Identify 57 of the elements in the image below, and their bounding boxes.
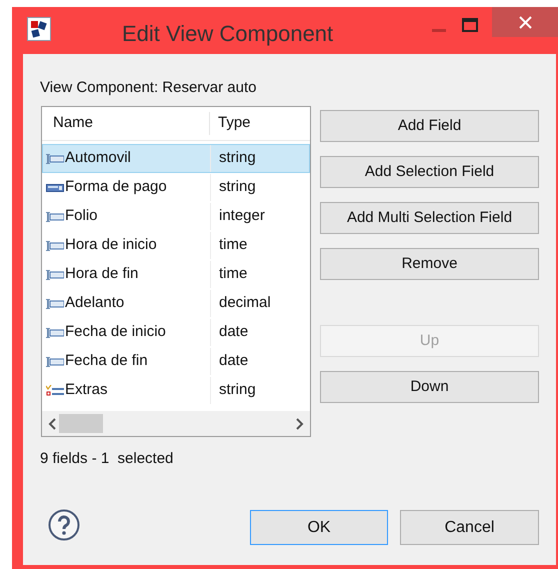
field-icon <box>46 152 64 164</box>
action-button[interactable]: Add Selection Field <box>320 156 539 188</box>
close-button[interactable] <box>492 7 558 37</box>
table-row[interactable]: Adelanto decimal <box>42 289 310 318</box>
dialog-button[interactable]: Cancel <box>400 510 539 545</box>
action-button[interactable]: Add Multi Selection Field <box>320 202 539 234</box>
maximize-button[interactable] <box>462 18 478 32</box>
field-icon <box>46 240 64 252</box>
scrollbar-thumb[interactable] <box>59 414 103 433</box>
close-icon <box>518 16 532 28</box>
action-button[interactable]: Remove <box>320 248 539 280</box>
field-name: Fecha de fin <box>65 351 148 372</box>
field-icon <box>46 326 64 338</box>
scroll-right-icon[interactable] <box>296 418 304 430</box>
component-label: View Component: Reservar auto <box>40 78 257 98</box>
field-type: integer <box>218 206 265 226</box>
scroll-left-icon[interactable] <box>48 418 56 430</box>
field-name: Hora de fin <box>65 264 138 284</box>
field-type: string <box>218 380 256 400</box>
field-icon <box>46 268 64 280</box>
field-icon <box>46 210 64 222</box>
field-type: decimal <box>218 293 271 314</box>
field-icon <box>46 298 64 310</box>
table-row[interactable]: Folio integer <box>42 202 310 231</box>
dialog-button[interactable]: OK <box>250 510 388 545</box>
table-row[interactable]: Hora de fin time <box>42 260 310 289</box>
horizontal-scrollbar[interactable] <box>42 411 310 436</box>
table-row[interactable]: Fecha de inicio date <box>42 318 310 347</box>
field-type: date <box>218 322 248 342</box>
field-type: string <box>218 177 256 198</box>
field-name: Forma de pago <box>65 177 167 198</box>
help-icon[interactable] <box>48 509 80 541</box>
table-row[interactable]: Fecha de fin date <box>42 347 310 376</box>
field-name: Adelanto <box>65 293 124 314</box>
status-text: 9 fields - 1 selected <box>40 449 174 469</box>
table-row[interactable]: Extras string <box>42 376 310 405</box>
field-icon <box>46 356 64 368</box>
action-button[interactable]: Down <box>320 371 539 403</box>
field-name: Hora de inicio <box>65 235 157 256</box>
field-name: Extras <box>65 380 108 400</box>
selection-field-icon <box>46 182 64 194</box>
app-icon <box>27 17 51 41</box>
column-header[interactable]: Name <box>42 112 210 135</box>
table-row[interactable]: Hora de inicio time <box>42 231 310 260</box>
field-type: date <box>218 351 248 372</box>
field-name: Fecha de inicio <box>65 322 166 342</box>
table-row[interactable]: Automovil string <box>42 144 310 173</box>
window-title: Edit View Component <box>122 20 334 48</box>
multi-selection-icon <box>46 384 64 396</box>
column-header[interactable]: Type <box>210 112 251 135</box>
field-type: time <box>218 235 248 256</box>
field-name: Folio <box>65 206 98 226</box>
action-button[interactable]: Add Field <box>320 110 539 142</box>
table-row[interactable]: Forma de pago string <box>42 173 310 202</box>
field-type: string <box>218 148 256 168</box>
field-name: Automovil <box>65 148 131 168</box>
field-type: time <box>218 264 248 284</box>
